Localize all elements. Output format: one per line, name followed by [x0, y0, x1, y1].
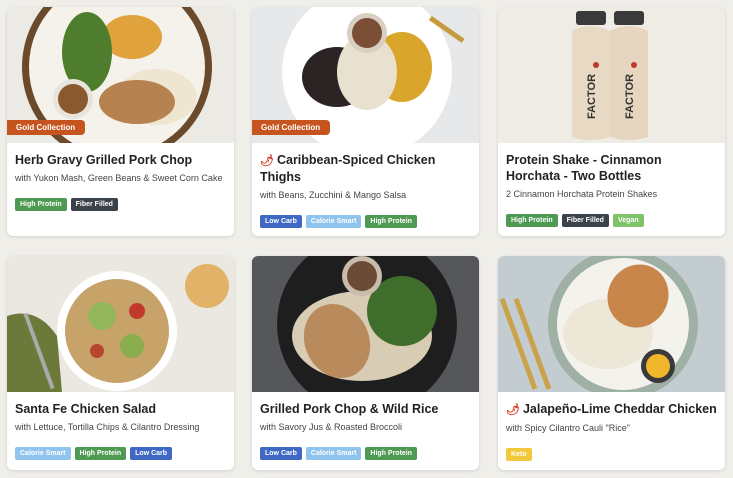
tag-high-protein: High Protein	[506, 214, 558, 227]
tag-high-protein: High Protein	[74, 447, 127, 460]
tag-keto: Keto	[506, 448, 532, 461]
tag-fiber-filled: Fiber Filled	[561, 214, 609, 227]
meal-title[interactable]: Protein Shake - Cinnamon Horchata - Two …	[506, 152, 717, 184]
meal-card-santa-fe-salad[interactable]: Santa Fe Chicken Salad with Lettuce, Tor…	[7, 256, 234, 470]
tag-list: High Protein Fiber Filled	[15, 198, 226, 211]
meal-card-caribbean-chicken[interactable]: Gold Collection 🌶 Caribbean-Spiced Chicke…	[252, 7, 479, 236]
bottle-label: FACTOR	[586, 74, 598, 119]
tag-high-protein: High Protein	[365, 447, 418, 460]
tag-list: Low Carb Calorie Smart High Protein	[260, 447, 471, 460]
meal-title-text: Caribbean-Spiced Chicken Thighs	[260, 153, 436, 184]
tag-low-carb: Low Carb	[260, 447, 302, 460]
meal-card-jalapeno-lime-chicken[interactable]: 🌶 Jalapeño-Lime Cheddar Chicken with Spic…	[498, 256, 725, 470]
meal-image[interactable]	[252, 256, 479, 392]
tag-high-protein: High Protein	[365, 215, 418, 228]
meal-subtitle: with Lettuce, Tortilla Chips & Cilantro …	[15, 422, 200, 432]
meal-title[interactable]: Grilled Pork Chop & Wild Rice	[260, 401, 471, 417]
meal-title[interactable]: 🌶 Jalapeño-Lime Cheddar Chicken	[506, 401, 717, 418]
meal-image[interactable]: Gold Collection	[7, 7, 234, 143]
tag-list: Calorie Smart High Protein Low Carb	[15, 447, 226, 460]
tag-calorie-smart: Calorie Smart	[305, 447, 362, 460]
meal-title[interactable]: Santa Fe Chicken Salad	[15, 401, 226, 417]
meal-subtitle: with Yukon Mash, Green Beans & Sweet Cor…	[15, 173, 223, 183]
meal-subtitle: 2 Cinnamon Horchata Protein Shakes	[506, 189, 658, 199]
meal-image[interactable]	[498, 256, 725, 392]
bottle-label: FACTOR	[624, 74, 636, 119]
meal-title[interactable]: 🌶 Caribbean-Spiced Chicken Thighs	[260, 152, 471, 185]
gold-collection-badge: Gold Collection	[7, 120, 86, 135]
meal-subtitle: with Spicy Cilantro Cauli "Rice"	[506, 423, 630, 433]
tag-low-carb: Low Carb	[130, 447, 173, 460]
tag-low-carb: Low Carb	[260, 215, 302, 228]
tag-calorie-smart: Calorie Smart	[305, 215, 362, 228]
meal-card-herb-gravy-pork-chop[interactable]: Gold Collection Herb Gravy Grilled Pork …	[7, 7, 234, 236]
tag-vegan: Vegan	[612, 214, 644, 227]
meal-subtitle: with Beans, Zucchini & Mango Salsa	[260, 190, 407, 200]
tag-calorie-smart: Calorie Smart	[15, 447, 71, 460]
meal-card-pork-chop-wild-rice[interactable]: Grilled Pork Chop & Wild Rice with Savor…	[252, 256, 479, 470]
chili-pepper-icon: 🌶	[506, 404, 520, 416]
tag-list: High Protein Fiber Filled Vegan	[506, 214, 717, 227]
meal-image[interactable]: Gold Collection	[252, 7, 479, 143]
meal-title-text: Jalapeño-Lime Cheddar Chicken	[522, 402, 717, 416]
tag-list: Low Carb Calorie Smart High Protein	[260, 215, 471, 228]
meal-title[interactable]: Herb Gravy Grilled Pork Chop	[15, 152, 226, 168]
tag-high-protein: High Protein	[15, 198, 67, 211]
chili-pepper-icon: 🌶	[260, 155, 274, 167]
meal-subtitle: with Savory Jus & Roasted Broccoli	[260, 422, 403, 432]
meal-image[interactable]	[7, 256, 234, 392]
tag-list: Keto	[506, 448, 717, 461]
tag-fiber-filled: Fiber Filled	[70, 198, 118, 211]
gold-collection-badge: Gold Collection	[252, 120, 331, 135]
meal-image[interactable]: FACTOR FACTOR	[498, 7, 725, 143]
meal-card-protein-shake[interactable]: FACTOR FACTOR Protein Shake - Cinnamon H…	[498, 7, 725, 236]
